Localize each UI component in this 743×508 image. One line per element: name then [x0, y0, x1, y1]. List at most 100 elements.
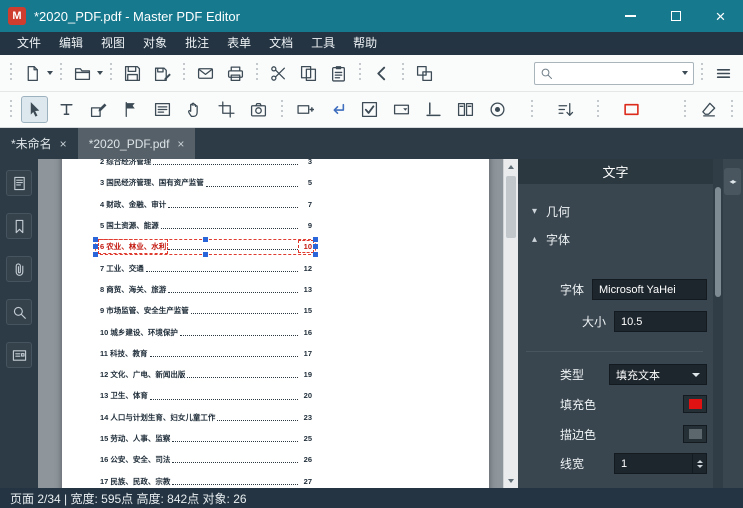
- flag-tool-button[interactable]: [117, 96, 144, 123]
- cut-button[interactable]: [265, 60, 292, 87]
- toolbar-drag-handle[interactable]: [9, 99, 13, 120]
- scroll-up-button[interactable]: [504, 159, 518, 174]
- tab-2020-pdf[interactable]: *2020_PDF.pdf ×: [77, 128, 196, 159]
- baseline-tool-button[interactable]: [420, 96, 447, 123]
- close-button[interactable]: ×: [698, 0, 743, 32]
- select-tool-button[interactable]: [21, 96, 48, 123]
- search-dropdown-icon[interactable]: [682, 71, 688, 75]
- selection-handle[interactable]: [313, 251, 318, 257]
- form-list-tool-button[interactable]: [149, 96, 176, 123]
- crop-tool-button[interactable]: [213, 96, 240, 123]
- snapshot-tool-button[interactable]: [245, 96, 272, 123]
- menu-annotate[interactable]: 批注: [176, 32, 218, 55]
- sidebar-attachments-button[interactable]: [6, 256, 32, 282]
- new-document-dropdown-icon[interactable]: [47, 71, 53, 75]
- menu-tools[interactable]: 工具: [302, 32, 344, 55]
- spinner-up-icon[interactable]: [696, 459, 703, 463]
- enter-key-tool-button[interactable]: [324, 96, 351, 123]
- fill-color-swatch[interactable]: [683, 395, 707, 413]
- back-button[interactable]: [368, 60, 395, 87]
- text-tool-icon: [60, 103, 73, 116]
- radio-button-tool-button[interactable]: [484, 96, 511, 123]
- toolbar-drag-handle[interactable]: [730, 99, 734, 120]
- font-size-input[interactable]: 10.5: [614, 311, 707, 332]
- scrollbar-track[interactable]: [504, 174, 518, 473]
- selection-handle[interactable]: [93, 244, 98, 250]
- red-rectangle-icon: [624, 103, 639, 116]
- search-icon: [541, 68, 553, 79]
- section-geometry-label: 几何: [546, 205, 571, 219]
- maximize-button[interactable]: [653, 0, 698, 32]
- save-as-button[interactable]: [149, 60, 176, 87]
- tab-close-icon[interactable]: ×: [177, 137, 184, 151]
- stroke-color-value: [688, 429, 702, 439]
- section-geometry[interactable]: ▾ 几何: [532, 203, 570, 220]
- sort-icon: [558, 103, 574, 116]
- sidebar-properties-button[interactable]: [6, 342, 32, 368]
- tab-close-icon[interactable]: ×: [60, 137, 67, 151]
- line-width-input[interactable]: 1: [614, 453, 707, 474]
- save-button[interactable]: [119, 60, 146, 87]
- type-dropdown[interactable]: 填充文本: [609, 364, 707, 385]
- document-area[interactable]: 2 综合经济管理 3 3 国民经济管理、国有资产监管 5 4 财政、金融、审计 7 5…: [38, 159, 518, 488]
- sidebar-search-button[interactable]: [6, 299, 32, 325]
- sidebar-thumbnails-button[interactable]: [6, 170, 32, 196]
- spinner-down-icon[interactable]: [696, 464, 703, 468]
- document-scrollbar[interactable]: [503, 159, 518, 488]
- snapshot-selection-button[interactable]: [411, 60, 438, 87]
- selection-handle[interactable]: [313, 236, 318, 242]
- print-button[interactable]: [222, 60, 249, 87]
- selection-handle[interactable]: [93, 236, 98, 242]
- red-rectangle-tool-button[interactable]: [618, 96, 645, 123]
- menu-file[interactable]: 文件: [8, 32, 50, 55]
- list-box-tool-button[interactable]: [452, 96, 479, 123]
- main-toolbar: [0, 55, 743, 92]
- text-field-tool-button[interactable]: [292, 96, 319, 123]
- search-input[interactable]: [557, 66, 677, 80]
- dotted-leader: [179, 334, 298, 336]
- menu-view[interactable]: 视图: [92, 32, 134, 55]
- selection-handle[interactable]: [203, 251, 208, 257]
- menu-form[interactable]: 表单: [218, 32, 260, 55]
- menu-edit[interactable]: 编辑: [50, 32, 92, 55]
- scroll-down-button[interactable]: [504, 473, 518, 488]
- pdf-page[interactable]: 2 综合经济管理 3 3 国民经济管理、国有资产监管 5 4 财政、金融、审计 7 5…: [62, 159, 489, 488]
- panel-collapse-handle[interactable]: ◂▸: [724, 168, 741, 195]
- toolbar-drag-handle[interactable]: [9, 63, 13, 83]
- sidebar-bookmarks-button[interactable]: [6, 213, 32, 239]
- arrange-tool-button[interactable]: [552, 96, 579, 123]
- section-font[interactable]: ▴ 字体: [532, 231, 570, 248]
- scissors-icon: [271, 65, 285, 81]
- selection-box[interactable]: [93, 236, 318, 257]
- email-button[interactable]: [192, 60, 219, 87]
- panel-scrollbar-thumb[interactable]: [715, 187, 721, 297]
- hand-icon: [188, 102, 198, 118]
- open-dropdown-icon[interactable]: [97, 71, 103, 75]
- hand-tool-button[interactable]: [181, 96, 208, 123]
- menu-object[interactable]: 对象: [134, 32, 176, 55]
- selection-handle[interactable]: [313, 244, 318, 250]
- font-family-input[interactable]: Microsoft YaHei: [592, 279, 707, 300]
- selected-text-object[interactable]: 6 农业、林业、水利 10: [93, 236, 318, 257]
- new-document-button[interactable]: [19, 60, 46, 87]
- menu-document[interactable]: 文档: [260, 32, 302, 55]
- status-bar: 页面 2/34 | 宽度: 595点 高度: 842点 对象: 26: [0, 488, 743, 508]
- toolbar-menu-button[interactable]: [710, 60, 737, 87]
- selection-handle[interactable]: [93, 251, 98, 257]
- edit-text-tool-button[interactable]: [53, 96, 80, 123]
- checkbox-tool-button[interactable]: [356, 96, 383, 123]
- tab-untitled[interactable]: *未命名 ×: [0, 128, 78, 159]
- copy-button[interactable]: [295, 60, 322, 87]
- scrollbar-thumb[interactable]: [506, 176, 516, 238]
- line-width-spinner[interactable]: [692, 454, 706, 473]
- eraser-tool-button[interactable]: [695, 96, 722, 123]
- menu-help[interactable]: 帮助: [344, 32, 386, 55]
- combo-box-tool-button[interactable]: [388, 96, 415, 123]
- panel-scrollbar[interactable]: [713, 159, 723, 488]
- paste-button[interactable]: [325, 60, 352, 87]
- edit-object-tool-button[interactable]: [85, 96, 112, 123]
- minimize-button[interactable]: [608, 0, 653, 32]
- selection-handle[interactable]: [203, 236, 208, 242]
- stroke-color-swatch[interactable]: [683, 425, 707, 443]
- open-button[interactable]: [69, 60, 96, 87]
